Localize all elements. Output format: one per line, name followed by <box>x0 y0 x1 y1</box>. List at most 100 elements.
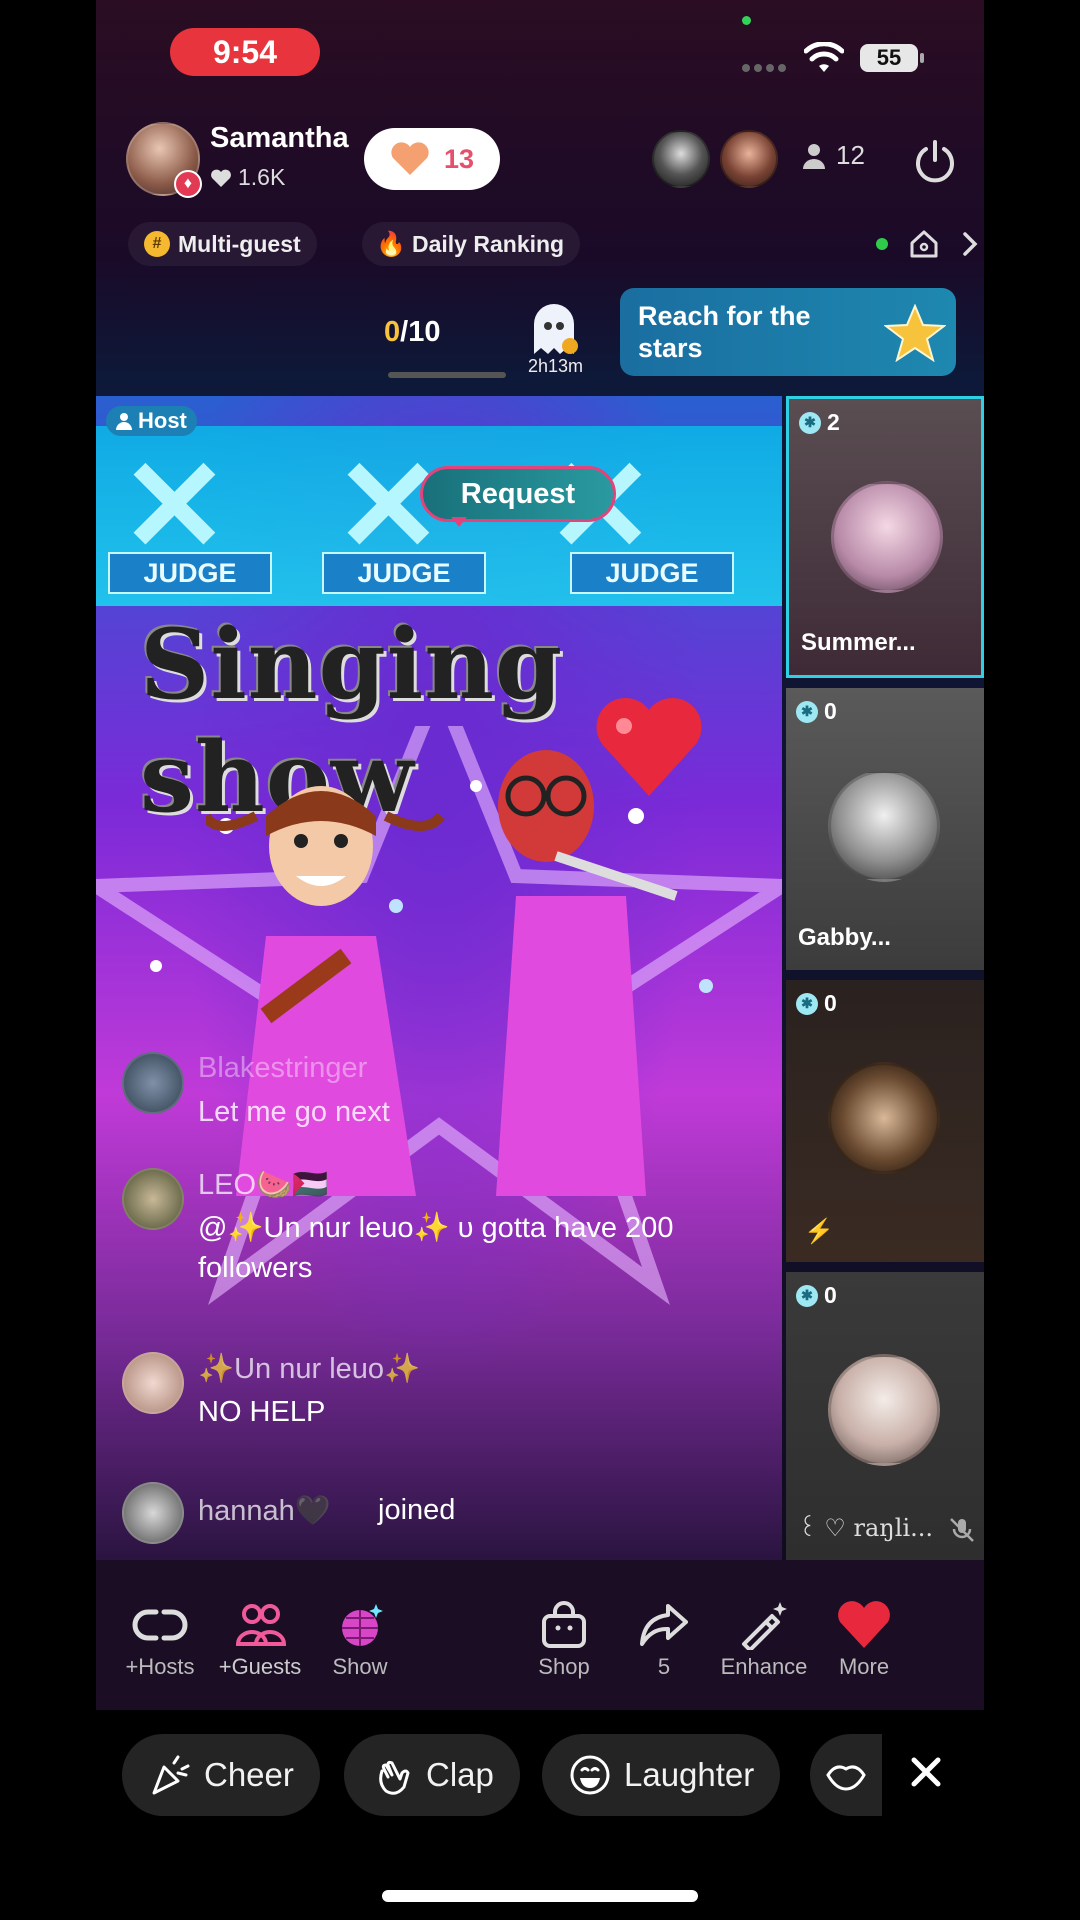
multi-guest-label: Multi-guest <box>178 230 301 257</box>
lips-icon <box>826 1765 866 1791</box>
laughter-reaction-button[interactable]: Laughter <box>542 1734 781 1816</box>
clap-label: Clap <box>426 1756 494 1793</box>
viewer-count: 12 <box>836 140 865 170</box>
guest-score: ✱ 0 <box>796 698 837 725</box>
guest-score: ✱ 0 <box>796 1282 837 1309</box>
guest-slot[interactable]: ✱ 0 ⚡ <box>786 980 984 1262</box>
grid-icon: # <box>144 231 170 257</box>
violinist-puppet-left <box>206 786 445 1196</box>
host-name[interactable]: Samantha <box>210 122 349 155</box>
flame-icon: 🔥 <box>376 230 406 258</box>
share-button[interactable]: 5 <box>614 1600 714 1680</box>
add-guests-button[interactable]: +Guests <box>210 1600 310 1680</box>
cheer-reaction-button[interactable]: Cheer <box>122 1734 320 1816</box>
chat-avatar[interactable] <box>122 1168 184 1230</box>
battery-icon: 55 <box>860 44 924 72</box>
chat-avatar[interactable] <box>122 1052 184 1114</box>
home-indicator[interactable] <box>382 1890 698 1902</box>
clap-reaction-button[interactable]: Clap <box>344 1734 520 1816</box>
viewer-count-button[interactable]: 12 <box>802 140 865 171</box>
guest-slot[interactable]: ✱ 0 Gabby... <box>786 688 984 970</box>
close-icon[interactable] <box>904 1750 948 1794</box>
enhance-button[interactable]: Enhance <box>714 1600 814 1680</box>
chat-username[interactable]: hannah🖤 <box>198 1494 331 1528</box>
chat-avatar[interactable] <box>122 1482 184 1544</box>
privacy-indicator <box>742 16 751 25</box>
guest-avatar <box>828 1354 940 1466</box>
person-icon <box>116 413 132 430</box>
show-label: Show <box>332 1654 388 1679</box>
more-button[interactable]: More <box>814 1600 914 1680</box>
host-chip-label: Host <box>138 408 187 433</box>
house-icon[interactable] <box>908 228 940 260</box>
chat-text: @✨Un nur leuo✨ ᴜ gotta have 200 follower… <box>198 1212 674 1284</box>
guest-name: ꒰ ♡ raŋli... <box>798 1514 933 1542</box>
disco-ball-icon <box>342 1604 383 1646</box>
party-popper-icon <box>152 1755 190 1795</box>
host-video-stage[interactable]: ✕ ✕ ✕ JUDGE JUDGE JUDGE Host Request Sin… <box>96 396 782 1560</box>
add-hosts-button[interactable]: +Hosts <box>110 1600 210 1680</box>
heart-icon <box>211 169 231 187</box>
guest-avatar <box>831 481 943 593</box>
judge-label: JUDGE <box>322 552 486 594</box>
shop-button[interactable]: Shop <box>514 1600 614 1680</box>
guest-score: ✱ 2 <box>799 409 840 436</box>
heart-icon <box>391 142 429 175</box>
top-viewer-avatar[interactable] <box>720 130 778 188</box>
guest-name: Gabby... <box>798 924 891 951</box>
gem-icon: ✱ <box>799 411 821 434</box>
host-avatar[interactable]: ♦ <box>126 122 202 198</box>
shop-label: Shop <box>538 1654 590 1679</box>
power-icon[interactable] <box>912 138 958 184</box>
guest-slot[interactable]: ✱ 2 Summer... <box>786 396 984 678</box>
clapping-hands-icon <box>379 1760 410 1795</box>
goal-progress-bar <box>388 372 506 378</box>
gift-goal-progress[interactable]: 0/10 <box>384 316 440 349</box>
add-guests-label: +Guests <box>218 1654 302 1679</box>
heart-count: 13 <box>443 143 475 174</box>
guest-name: Summer... <box>801 629 916 656</box>
host-likes: 1.6K <box>210 164 285 191</box>
guest-avatar <box>828 770 940 882</box>
cheer-label: Cheer <box>204 1756 294 1793</box>
gem-icon: ✱ <box>796 992 818 1015</box>
wifi-icon <box>804 42 844 72</box>
guest-score-value: 0 <box>824 1282 837 1308</box>
chat-username[interactable]: Blakestringer <box>198 1052 367 1085</box>
daily-ranking-tag[interactable]: 🔥 Daily Ranking <box>362 222 581 266</box>
ghost-icon[interactable] <box>526 300 582 360</box>
judge-label: JUDGE <box>108 552 272 594</box>
chevron-right-icon[interactable] <box>960 230 980 258</box>
laughter-label: Laughter <box>624 1756 755 1793</box>
guest-score-value: 2 <box>827 409 840 435</box>
cellular-signal-icon <box>742 64 788 72</box>
more-label: More <box>838 1654 890 1679</box>
mic-muted-icon <box>950 1518 974 1542</box>
reach-banner-text: Reach for the stars <box>638 301 811 363</box>
heart-icon <box>838 1601 890 1648</box>
chat-avatar[interactable] <box>122 1352 184 1414</box>
top-viewer-avatar[interactable] <box>652 130 710 188</box>
follow-heart-button[interactable]: 13 <box>364 128 500 190</box>
guest-slot[interactable]: ✱ 0 ꒰ ♡ raŋli... <box>786 1272 984 1560</box>
multi-guest-tag[interactable]: # Multi-guest <box>128 222 317 266</box>
chat-username[interactable]: ✨Un nur leuo✨ <box>198 1352 420 1386</box>
request-button[interactable]: Request <box>420 466 616 527</box>
guest-score: ✱ 0 <box>796 990 837 1017</box>
judge-label: JUDGE <box>570 552 734 594</box>
live-indicator <box>876 238 888 250</box>
star-icon <box>884 304 946 362</box>
guest-score-value: 0 <box>824 990 837 1016</box>
chat-text: NO HELP <box>198 1396 326 1428</box>
kiss-reaction-button[interactable] <box>810 1734 882 1816</box>
host-chip: Host <box>106 406 197 436</box>
bottom-toolbar: +Hosts +Guests Show Shop 5 Enhance More <box>96 1560 984 1710</box>
chat-text: Let me go next <box>198 1096 390 1128</box>
status-time: 9:54 <box>170 28 320 76</box>
show-button[interactable]: Show <box>310 1600 410 1680</box>
chat-username[interactable]: LEO🍉🇵🇸 <box>198 1168 328 1202</box>
person-icon <box>803 143 825 169</box>
reach-for-the-stars-banner[interactable]: Reach for the stars <box>620 288 956 376</box>
daily-ranking-label: Daily Ranking <box>412 230 565 257</box>
share-count: 5 <box>657 1654 671 1679</box>
